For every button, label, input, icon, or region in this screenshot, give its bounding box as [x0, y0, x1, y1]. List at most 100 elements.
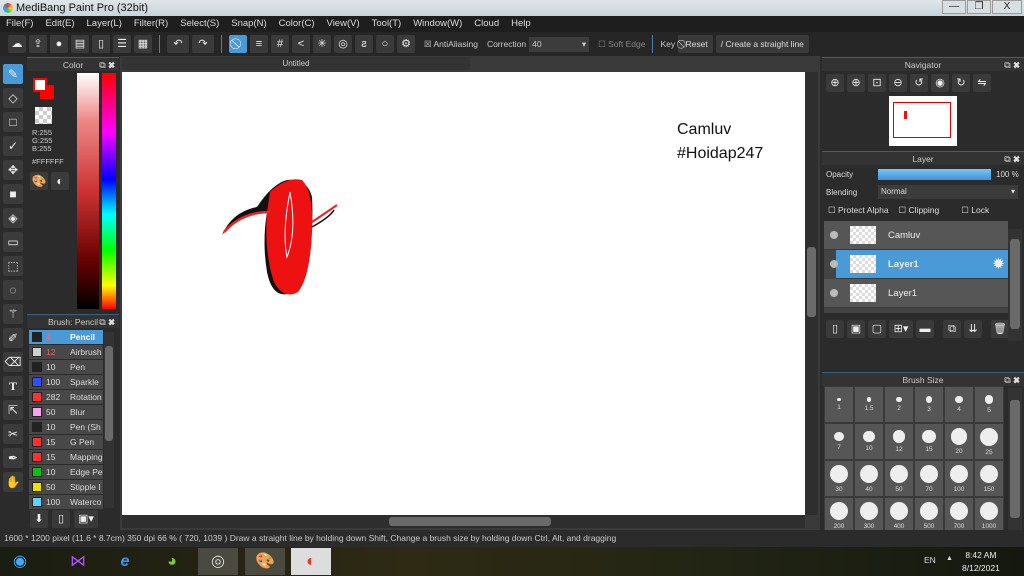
saturation-slider[interactable] — [77, 73, 99, 309]
reset-button[interactable]: ⃠ Reset — [678, 35, 713, 53]
restore-button[interactable]: ❐ — [967, 0, 991, 14]
brush-item[interactable]: 10 Pen (Sh — [29, 420, 103, 435]
new-brush-icon[interactable]: ▯ — [52, 510, 70, 528]
brush-size-cell[interactable]: 150 — [974, 460, 1004, 497]
brush-size-cell[interactable]: 1 — [824, 386, 854, 423]
radial-snap-icon[interactable]: ✳ — [313, 35, 331, 53]
palette-settings-icon[interactable]: ◐ — [51, 172, 69, 190]
panel-close-icon[interactable]: ⧉ ✖ — [1004, 58, 1020, 72]
tray-arrow-icon[interactable]: ▲ — [946, 555, 953, 562]
fit-icon[interactable]: ⊡ — [868, 74, 886, 92]
grid-icon[interactable]: ▦ — [134, 35, 152, 53]
minimize-button[interactable]: — — [942, 0, 966, 14]
brush-size-cell[interactable]: 25 — [974, 423, 1004, 460]
brush-size-cell[interactable]: 5 — [974, 386, 1004, 423]
list-icon[interactable]: ☰ — [113, 35, 131, 53]
brush-item[interactable]: 50 Blur — [29, 405, 103, 420]
layer-item[interactable]: Layer1 ✹ — [830, 250, 1008, 279]
panel-close-icon[interactable]: ⧉ ✖ — [1004, 152, 1020, 166]
brush-size-cell[interactable]: 300 — [854, 497, 884, 534]
zoom-out-icon[interactable]: ⊖ — [889, 74, 907, 92]
canvas-vertical-scrollbar[interactable] — [805, 72, 818, 515]
create-straight-line-button[interactable]: / Create a straight line — [715, 35, 809, 53]
fill-rect-tool-icon[interactable]: ■ — [3, 184, 23, 204]
brush-size-cell[interactable]: 12 — [884, 423, 914, 460]
menu-item[interactable]: Tool(T) — [366, 16, 408, 32]
brush-size-cell[interactable]: 2 — [884, 386, 914, 423]
cloud-icon[interactable]: ☁ — [8, 35, 26, 53]
visibility-icon[interactable] — [830, 289, 838, 297]
layer-item[interactable]: Camluv — [824, 221, 1008, 250]
duplicate-layer-icon[interactable]: ⧉ — [943, 320, 961, 338]
brush-item[interactable]: 10 Pen — [29, 360, 103, 375]
delete-layer-icon[interactable]: 🗑 — [991, 320, 1009, 338]
circle-snap-icon[interactable]: ○ — [376, 35, 394, 53]
brush-size-scrollbar[interactable] — [1008, 388, 1022, 530]
divide-tool-icon[interactable]: ✂ — [3, 424, 23, 444]
hand-tool-icon[interactable]: ✋ — [3, 472, 23, 492]
merge-layer-icon[interactable]: ⇊ — [964, 320, 982, 338]
brush-item[interactable]: 15 Mapping — [29, 450, 103, 465]
document-icon[interactable]: ▯ — [92, 35, 110, 53]
rotate-right-icon[interactable]: ↻ — [952, 74, 970, 92]
select-eraser-icon[interactable]: ⌫ — [3, 352, 23, 372]
tab-untitled[interactable]: Untitled — [122, 57, 470, 70]
hue-slider[interactable] — [102, 73, 116, 309]
menu-item[interactable]: Window(W) — [407, 16, 468, 32]
visibility-icon[interactable] — [830, 231, 838, 239]
brush-item[interactable]: 100 Waterco — [29, 495, 103, 510]
medibang-taskbar-icon[interactable]: ◐ — [291, 548, 331, 575]
language-indicator[interactable]: EN — [924, 555, 936, 565]
move-tool-icon[interactable]: ✥ — [3, 160, 23, 180]
brush-size-cell[interactable]: 1000 — [974, 497, 1004, 534]
brush-item[interactable]: 12 Airbrush — [29, 345, 103, 360]
brush-size-cell[interactable]: 4 — [944, 386, 974, 423]
brush-tool-icon[interactable]: ✎ — [3, 64, 23, 84]
zoom-in-alt-icon[interactable]: ⊕ — [847, 74, 865, 92]
menu-item[interactable]: Filter(R) — [128, 16, 174, 32]
gradient-tool-icon[interactable]: ▭ — [3, 232, 23, 252]
soft-edge-checkbox[interactable]: ☐ Soft Edge — [598, 39, 645, 50]
rotate-reset-icon[interactable]: ◉ — [931, 74, 949, 92]
transparent-swatch[interactable] — [35, 107, 52, 124]
brush-item[interactable]: 4 Pencil — [29, 330, 103, 345]
canvas-horizontal-scrollbar[interactable] — [122, 515, 805, 528]
close-button[interactable]: X — [992, 0, 1022, 14]
brush-item[interactable]: 100 Sparkle — [29, 375, 103, 390]
paint-icon[interactable]: 🎨 — [245, 548, 285, 575]
primary-color-swatch[interactable] — [33, 78, 47, 92]
new-layer-8bit-icon[interactable]: ▣ — [847, 320, 865, 338]
lock-checkbox[interactable]: ☐ Lock — [961, 205, 989, 216]
coccoc-icon[interactable]: ◕ — [152, 548, 192, 575]
menu-item[interactable]: Layer(L) — [81, 16, 128, 32]
menu-item[interactable]: File(F) — [0, 16, 39, 32]
clock[interactable]: 8:42 AM 8/12/2021 — [962, 549, 1000, 575]
blending-dropdown[interactable]: Normal ▾ — [878, 185, 1018, 199]
line-tool-icon[interactable]: ✓ — [3, 136, 23, 156]
brush-item[interactable]: 282 Rotation — [29, 390, 103, 405]
panel-close-icon[interactable]: ⧉ ✖ — [1004, 373, 1020, 387]
menu-item[interactable]: Edit(E) — [39, 16, 80, 32]
redo-button[interactable]: ↷ — [192, 35, 214, 53]
panel-close-icon[interactable]: ⧉ ✖ — [99, 315, 115, 329]
bucket-tool-icon[interactable]: ◈ — [3, 208, 23, 228]
operation-tool-icon[interactable]: ⇱ — [3, 400, 23, 420]
brush-size-cell[interactable]: 30 — [824, 460, 854, 497]
share-icon[interactable]: ⇪ — [29, 35, 47, 53]
snap-off-icon[interactable]: ⃠ — [229, 35, 247, 53]
folder-icon[interactable]: ▬ — [916, 320, 934, 338]
new-layer-icon[interactable]: ▯ — [826, 320, 844, 338]
concentric-snap-icon[interactable]: ◎ — [334, 35, 352, 53]
brush-item[interactable]: 50 Stipple I — [29, 480, 103, 495]
curve-snap-icon[interactable]: ƨ — [355, 35, 373, 53]
add-layer-menu-icon[interactable]: ⊞▾ — [889, 320, 913, 338]
text-tool-icon[interactable]: T — [3, 376, 23, 396]
new-layer-1bit-icon[interactable]: ▢ — [868, 320, 886, 338]
brush-size-cell[interactable]: 10 — [854, 423, 884, 460]
brush-size-cell[interactable]: 40 — [854, 460, 884, 497]
rectangle-tool-icon[interactable]: □ — [3, 112, 23, 132]
panel-close-icon[interactable]: ⧉ ✖ — [99, 58, 115, 72]
opacity-slider[interactable] — [878, 168, 991, 180]
canvas[interactable]: Camluv #Hoidap247 — [122, 72, 805, 515]
antialiasing-checkbox[interactable]: ☒ AntiAliasing — [424, 39, 478, 50]
